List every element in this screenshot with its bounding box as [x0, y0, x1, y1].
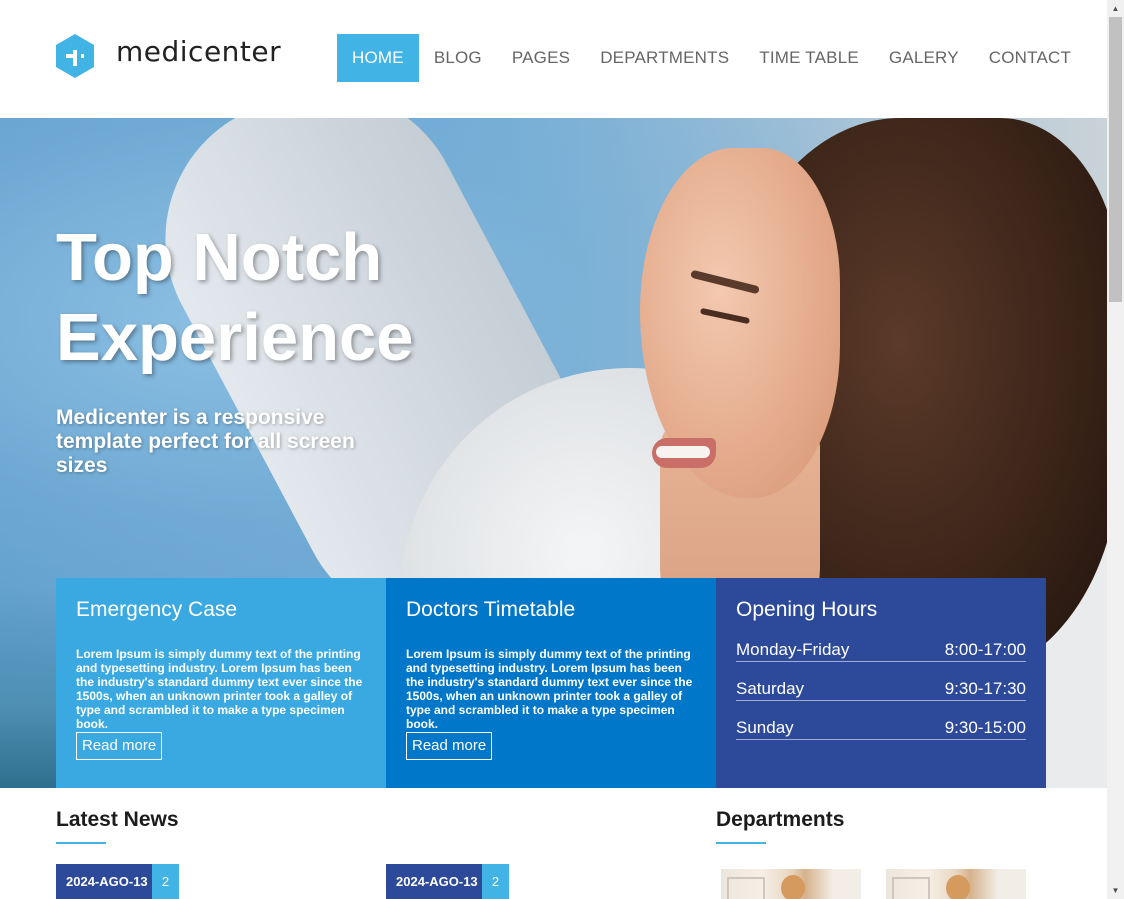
main-nav: HOME BLOG PAGES DEPARTMENTS TIME TABLE G…: [337, 34, 1086, 82]
nav-home[interactable]: HOME: [337, 34, 419, 82]
department-thumbnail[interactable]: [886, 869, 1026, 899]
scrollbar-thumb[interactable]: [1109, 17, 1122, 302]
medical-cross-icon: [56, 34, 94, 78]
doctors-timetable-title: Doctors Timetable: [406, 598, 576, 621]
opening-hours-box: Opening Hours Monday-Friday 8:00-17:00 S…: [716, 578, 1046, 788]
hours-time: 8:00-17:00: [944, 640, 1026, 659]
scroll-up-arrow-icon[interactable]: ▲: [1107, 0, 1124, 17]
latest-news-heading: Latest News: [56, 808, 179, 831]
department-thumbnail[interactable]: [721, 869, 861, 899]
nav-galery[interactable]: GALERY: [874, 34, 974, 82]
hero-title-line-2: Experience: [56, 300, 414, 375]
departments-underline: [716, 842, 766, 844]
emergency-case-title: Emergency Case: [76, 598, 238, 621]
hours-day: Sunday: [736, 718, 794, 737]
latest-news-underline: [56, 842, 106, 844]
hours-time: 9:30-15:00: [944, 718, 1026, 737]
hours-day: Saturday: [736, 679, 805, 698]
hours-row: Monday-Friday 8:00-17:00: [736, 640, 1026, 662]
hours-day: Monday-Friday: [736, 640, 850, 659]
hours-row: Saturday 9:30-17:30: [736, 679, 1026, 701]
hero-title-line-1: Top Notch: [56, 220, 383, 295]
brand-name: medicenter: [116, 34, 282, 68]
news-date-badge: 2024-AGO-13: [56, 864, 158, 899]
emergency-case-text: Lorem Ipsum is simply dummy text of the …: [76, 647, 363, 731]
nav-pages[interactable]: PAGES: [497, 34, 585, 82]
nav-time-table[interactable]: TIME TABLE: [744, 34, 874, 82]
hours-time: 9:30-17:30: [944, 679, 1026, 698]
doctors-timetable-text: Lorem Ipsum is simply dummy text of the …: [406, 647, 693, 731]
hours-row: Sunday 9:30-15:00: [736, 718, 1026, 740]
logo[interactable]: medicenter: [56, 34, 281, 78]
vertical-scrollbar[interactable]: ▲ ▼: [1107, 0, 1124, 899]
departments-heading: Departments: [716, 808, 845, 831]
nav-departments[interactable]: DEPARTMENTS: [585, 34, 744, 82]
hero-subtitle: Medicenter is a responsive template perf…: [56, 406, 355, 477]
nav-contact[interactable]: CONTACT: [974, 34, 1086, 82]
timetable-read-more-button[interactable]: Read more: [406, 732, 493, 760]
site-header: medicenter HOME BLOG PAGES DEPARTMENTS T…: [0, 0, 1107, 118]
news-comments-count[interactable]: 2: [152, 864, 179, 899]
scroll-down-arrow-icon[interactable]: ▼: [1107, 882, 1124, 899]
news-comments-count[interactable]: 2: [482, 864, 509, 899]
doctors-timetable-box: Doctors Timetable Lorem Ipsum is simply …: [386, 578, 716, 788]
emergency-case-box: Emergency Case Lorem Ipsum is simply dum…: [56, 578, 386, 788]
nav-blog[interactable]: BLOG: [419, 34, 497, 82]
opening-hours-title: Opening Hours: [736, 598, 878, 621]
emergency-read-more-button[interactable]: Read more: [76, 732, 163, 760]
news-date-badge: 2024-AGO-13: [386, 864, 488, 899]
hero-title: Top Notch Experience: [56, 218, 414, 378]
